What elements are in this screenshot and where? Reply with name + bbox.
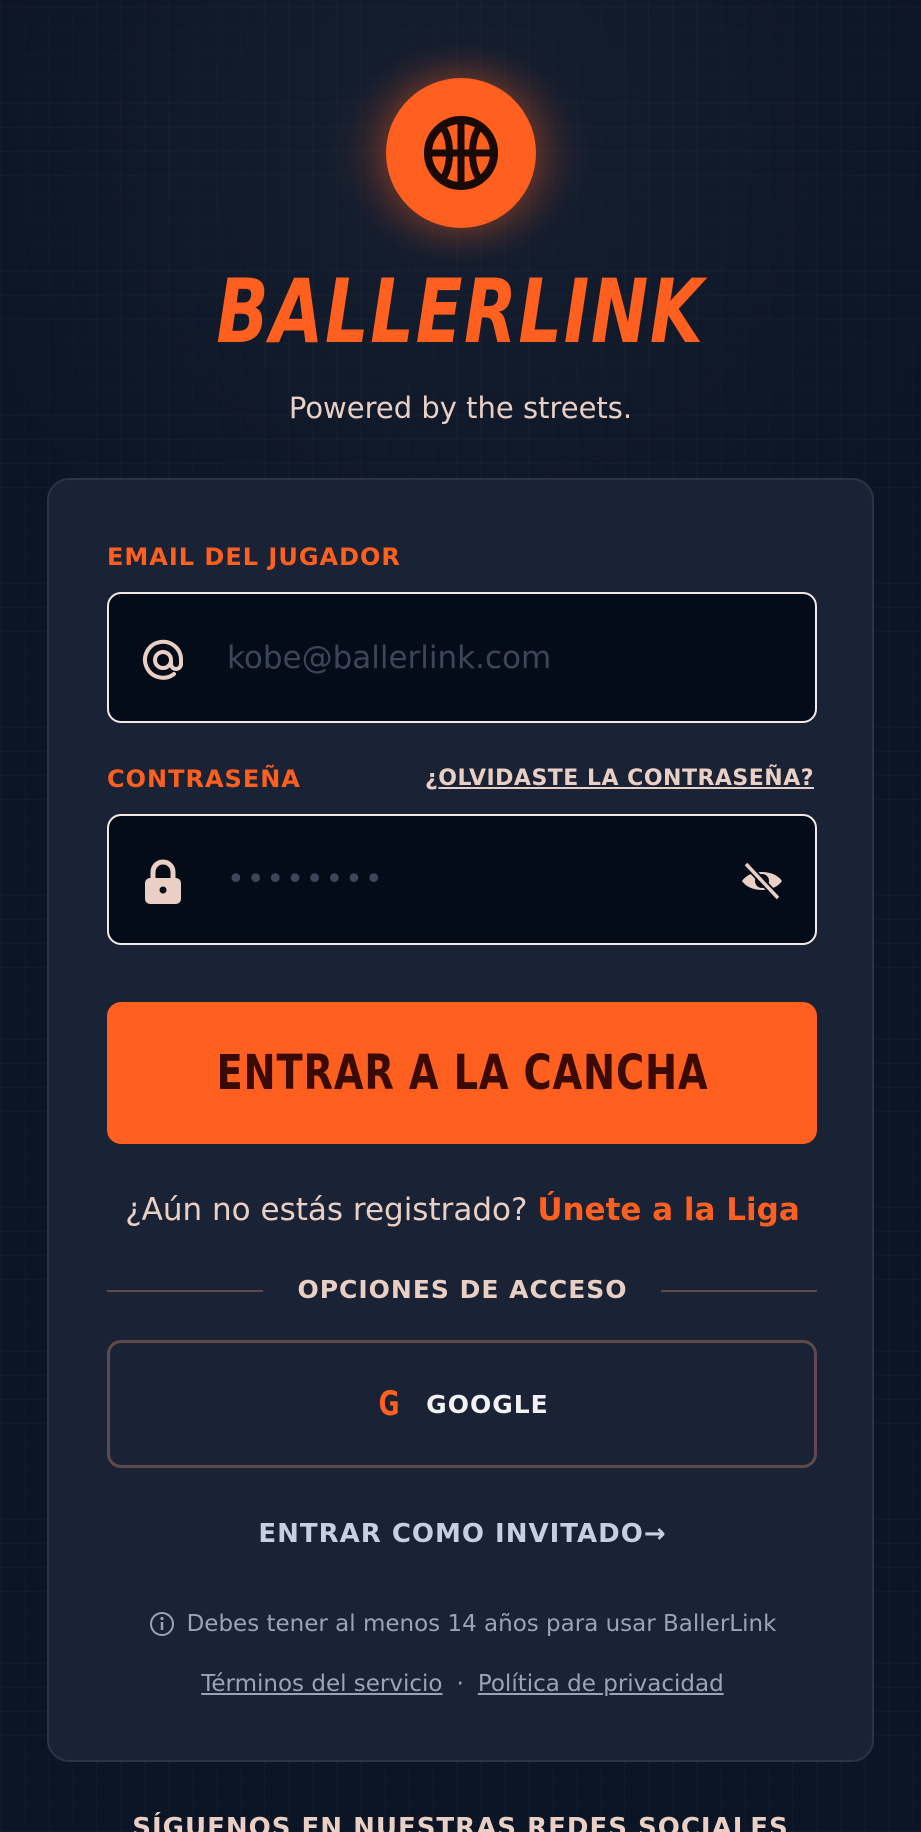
- brand-wordmark: BALLERLINK: [216, 260, 705, 363]
- guest-login-label: ENTRAR COMO INVITADO: [258, 1519, 644, 1549]
- login-submit-button[interactable]: ENTRAR A LA CANCHA: [107, 1002, 817, 1144]
- hero-header: BALLERLINK Powered by the streets.: [0, 0, 921, 470]
- google-signin-label: GOOGLE: [426, 1389, 549, 1419]
- at-sign-icon: [139, 636, 187, 684]
- basketball-icon: [424, 116, 498, 190]
- email-label: EMAIL DEL JUGADOR: [107, 543, 401, 571]
- email-input[interactable]: [227, 624, 727, 692]
- legal-links: Términos del servicio · Política de privac…: [49, 1668, 876, 1700]
- age-notice-text: Debes tener al menos 14 años para usar B…: [186, 1611, 777, 1637]
- password-label: CONTRASEÑA: [107, 765, 301, 793]
- password-field[interactable]: ••••••••: [107, 814, 817, 945]
- info-icon: [149, 1612, 174, 1636]
- brand-tagline: Powered by the streets.: [288, 391, 633, 425]
- legal-separator: ·: [456, 1671, 464, 1697]
- login-submit-label: ENTRAR A LA CANCHA: [216, 1045, 708, 1101]
- guest-login-link[interactable]: ENTRAR COMO INVITADO→: [49, 1516, 876, 1552]
- arrow-right-icon: →: [643, 1519, 667, 1549]
- social-heading: SÍGUENOS EN NUESTRAS REDES SOCIALES: [132, 1813, 789, 1832]
- age-notice: Debes tener al menos 14 años para usar B…: [49, 1608, 876, 1640]
- login-card: EMAIL DEL JUGADOR CONTRASEÑA ¿OLVIDASTE …: [47, 478, 874, 1762]
- email-field[interactable]: [107, 592, 817, 723]
- terms-link[interactable]: Términos del servicio: [201, 1671, 442, 1697]
- forgot-password-link[interactable]: ¿OLVIDASTE LA CONTRASEÑA?: [425, 764, 814, 794]
- register-prompt-text: ¿Aún no estás registrado?: [125, 1192, 528, 1228]
- privacy-link[interactable]: Política de privacidad: [478, 1671, 724, 1697]
- join-league-link[interactable]: Únete a la Liga: [537, 1192, 799, 1228]
- register-prompt: ¿Aún no estás registrado? Únete a la Lig…: [49, 1188, 876, 1232]
- divider-right: [661, 1290, 817, 1292]
- logo-badge: [386, 78, 536, 228]
- eye-off-icon[interactable]: [739, 858, 785, 904]
- lock-icon: [139, 858, 187, 906]
- google-icon: G: [378, 1384, 401, 1424]
- google-signin-button[interactable]: G GOOGLE: [107, 1340, 817, 1468]
- password-input[interactable]: ••••••••: [227, 846, 727, 914]
